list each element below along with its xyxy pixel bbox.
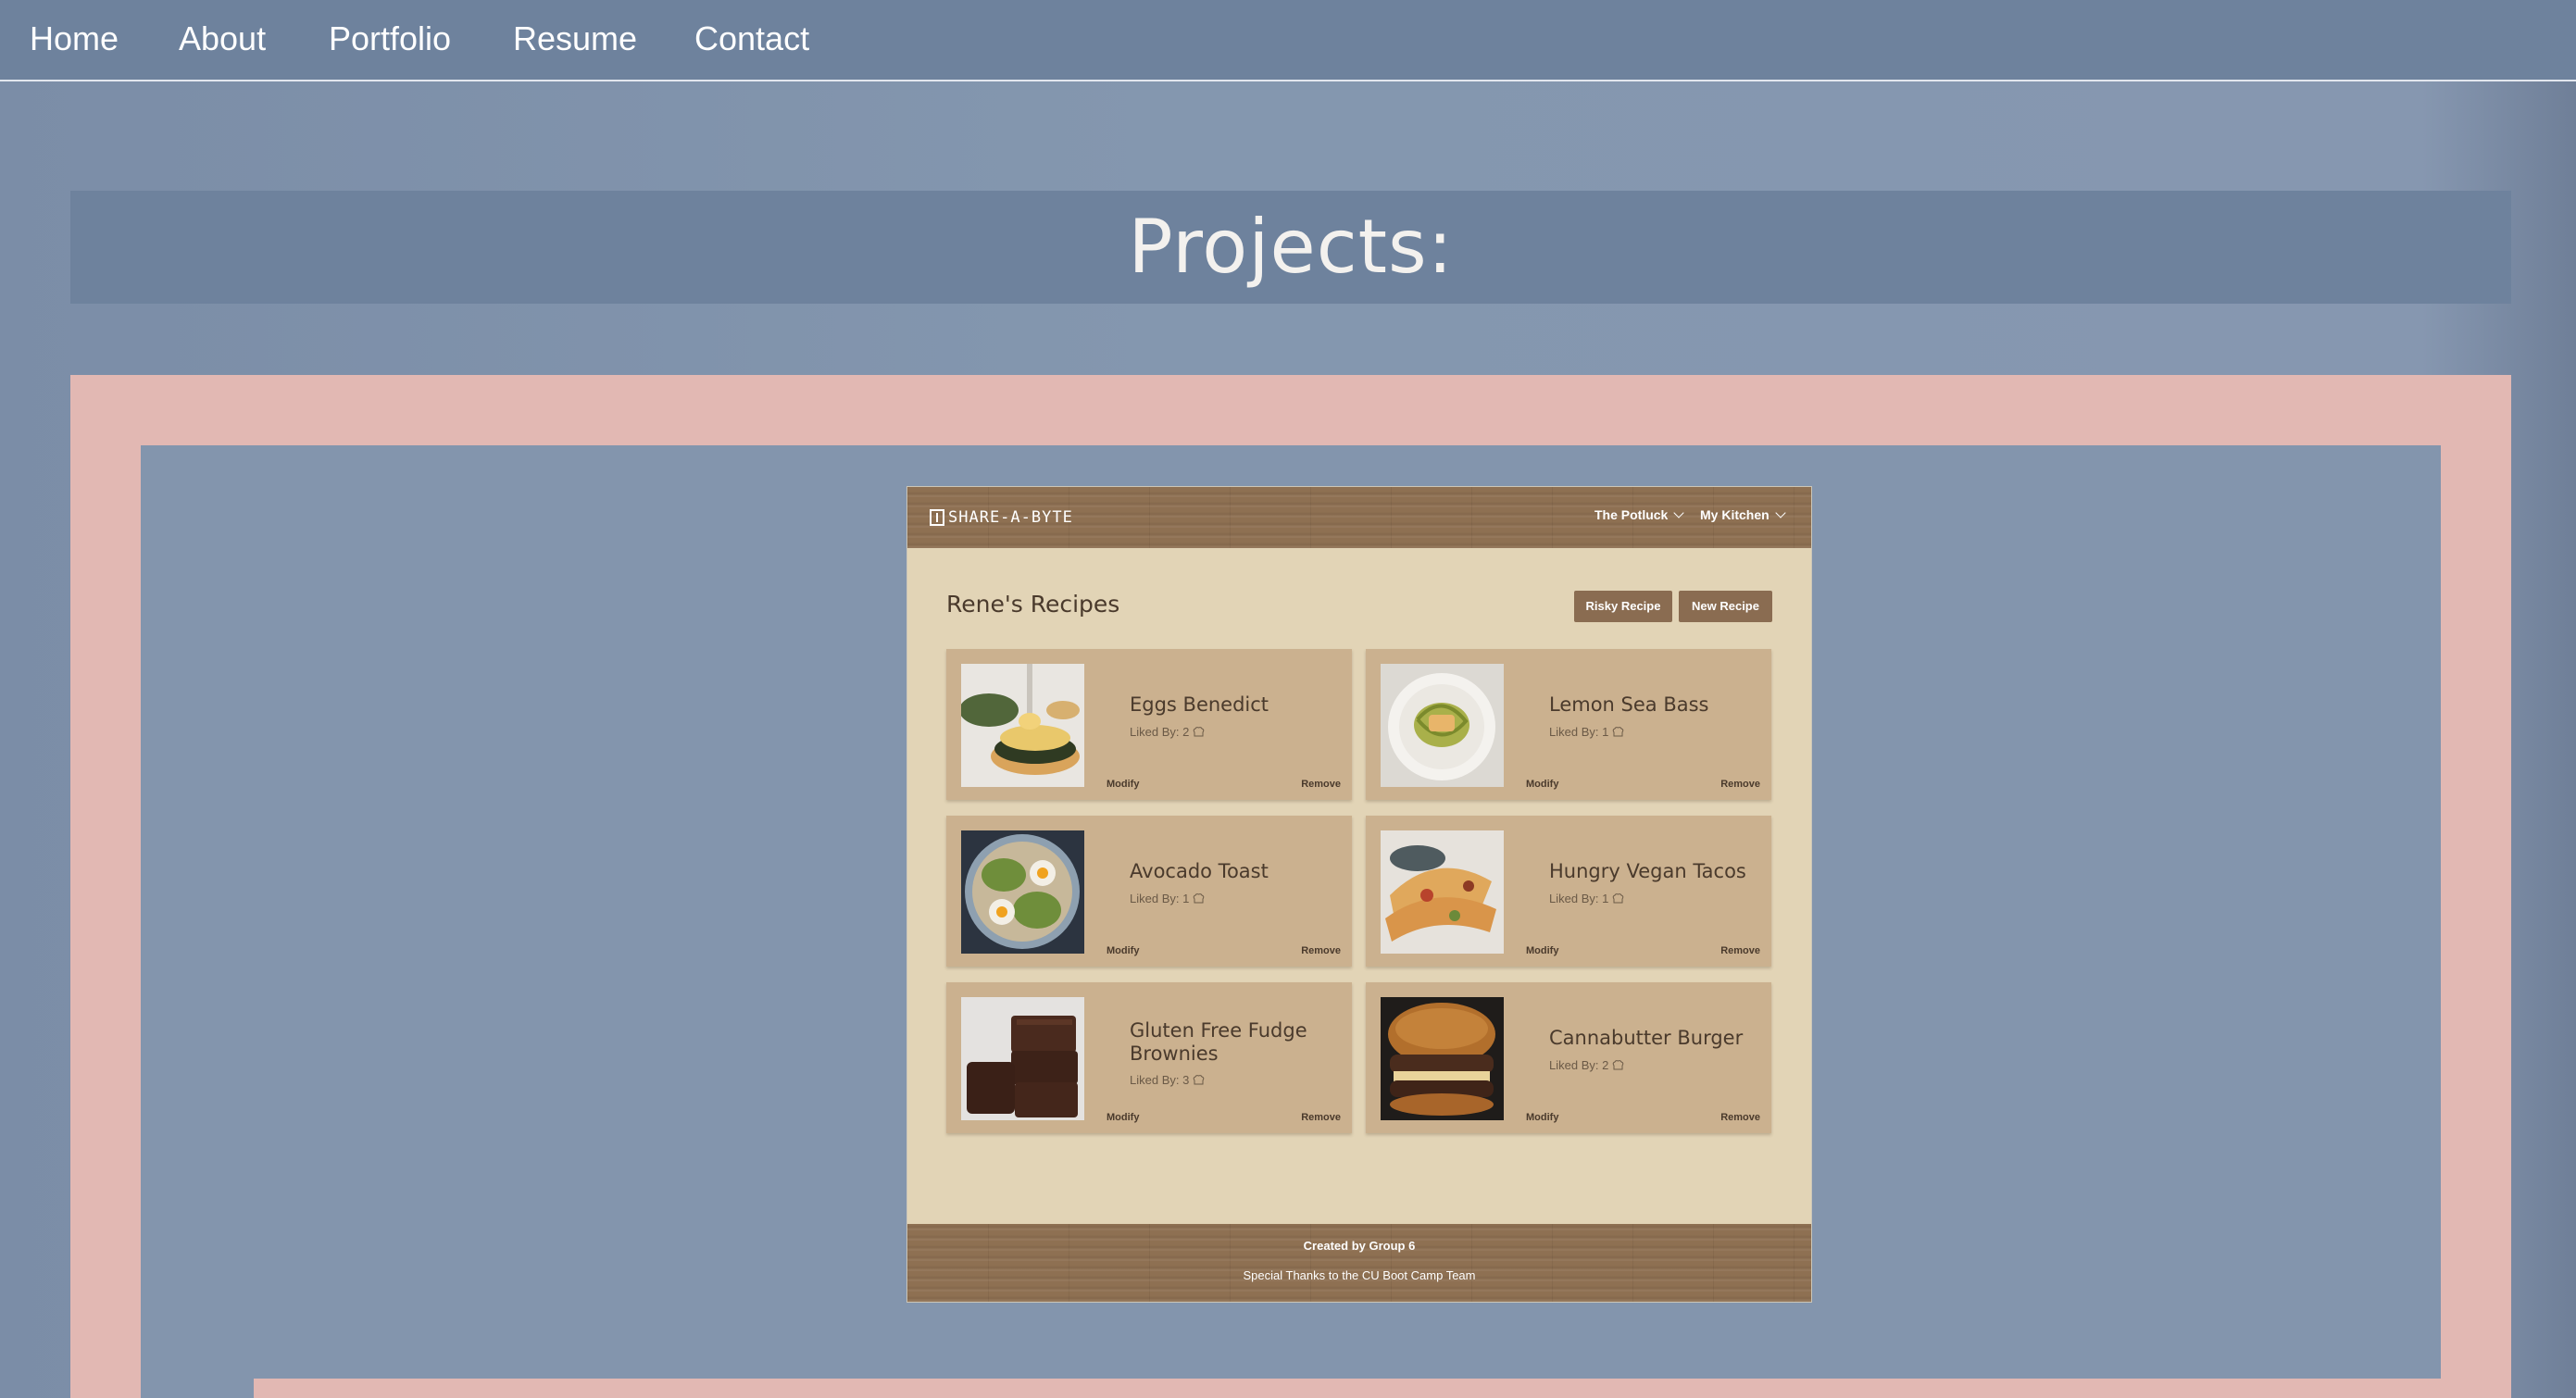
chef-hat-icon <box>1613 893 1624 904</box>
footer-thanks: Special Thanks to the CU Boot Camp Team <box>1243 1268 1476 1282</box>
recipe-likes: Liked By: 2 <box>1549 1058 1624 1072</box>
recipes-heading: Rene's Recipes <box>946 591 1120 618</box>
chef-hat-icon <box>1194 893 1205 904</box>
nav-contact-link[interactable]: Contact <box>694 17 809 61</box>
modify-link[interactable]: Modify <box>1107 779 1139 790</box>
project-card-frame: SHARE-A-BYTE The Potluck My Kitchen Rene… <box>70 375 2511 1398</box>
app-menu-label: The Potluck <box>1594 507 1669 522</box>
chef-hat-icon <box>1194 1075 1205 1085</box>
nav-about-link[interactable]: About <box>179 17 266 61</box>
modify-link[interactable]: Modify <box>1526 779 1558 790</box>
project-screenshot[interactable]: SHARE-A-BYTE The Potluck My Kitchen Rene… <box>907 487 1811 1302</box>
remove-link[interactable]: Remove <box>1720 1112 1760 1123</box>
recipe-photo <box>1381 997 1504 1120</box>
recipe-photo <box>961 664 1084 787</box>
modify-link[interactable]: Modify <box>1526 945 1558 956</box>
recipe-name: Eggs Benedict <box>1130 693 1269 716</box>
recipe-likes: Liked By: 2 <box>1130 725 1205 739</box>
top-navigation: Home About Portfolio Resume Contact <box>0 0 2576 81</box>
next-project-frame <box>254 1379 2469 1398</box>
app-menu-label: My Kitchen <box>1700 507 1769 522</box>
recipe-card: Eggs Benedict Liked By: 2 Modify Remove <box>946 649 1352 800</box>
nav-resume-link[interactable]: Resume <box>513 17 637 61</box>
new-recipe-button[interactable]: New Recipe <box>1679 591 1772 622</box>
recipe-name: Lemon Sea Bass <box>1549 693 1709 716</box>
remove-link[interactable]: Remove <box>1720 945 1760 956</box>
chevron-down-icon <box>1775 507 1786 518</box>
chef-hat-icon <box>1194 727 1205 737</box>
logo-icon <box>930 509 944 526</box>
remove-link[interactable]: Remove <box>1301 945 1341 956</box>
recipe-name: Hungry Vegan Tacos <box>1549 860 1746 882</box>
recipe-likes: Liked By: 3 <box>1130 1073 1205 1087</box>
recipe-card: Hungry Vegan Tacos Liked By: 1 Modify Re… <box>1366 816 1771 967</box>
recipe-likes: Liked By: 1 <box>1130 892 1205 905</box>
remove-link[interactable]: Remove <box>1720 779 1760 790</box>
chef-hat-icon <box>1613 727 1624 737</box>
recipe-likes: Liked By: 1 <box>1549 892 1624 905</box>
app-menu-potluck[interactable]: The Potluck <box>1594 507 1685 522</box>
recipe-name: Gluten Free Fudge Brownies <box>1130 1019 1307 1065</box>
app-menu-my-kitchen[interactable]: My Kitchen <box>1700 507 1786 522</box>
remove-link[interactable]: Remove <box>1301 779 1341 790</box>
risky-recipe-button[interactable]: Risky Recipe <box>1574 591 1672 622</box>
app-logo: SHARE-A-BYTE <box>930 507 1073 528</box>
recipe-name: Avocado Toast <box>1130 860 1269 882</box>
app-logo-text: SHARE-A-BYTE <box>948 508 1073 527</box>
modify-link[interactable]: Modify <box>1107 945 1139 956</box>
nav-home-link[interactable]: Home <box>30 17 119 61</box>
recipe-name: Cannabutter Burger <box>1549 1027 1744 1049</box>
recipe-likes: Liked By: 1 <box>1549 725 1624 739</box>
page-title-band: Projects: <box>70 191 2511 304</box>
remove-link[interactable]: Remove <box>1301 1112 1341 1123</box>
chef-hat-icon <box>1613 1060 1624 1070</box>
recipe-photo <box>961 997 1084 1120</box>
footer-credit: Created by Group 6 <box>1303 1239 1416 1253</box>
page-title: Projects: <box>1128 204 1454 290</box>
chevron-down-icon <box>1673 507 1685 518</box>
recipe-card: Gluten Free Fudge Brownies Liked By: 3 M… <box>946 982 1352 1133</box>
recipe-photo <box>1381 830 1504 954</box>
modify-link[interactable]: Modify <box>1526 1112 1558 1123</box>
recipe-card: Cannabutter Burger Liked By: 2 Modify Re… <box>1366 982 1771 1133</box>
app-header: SHARE-A-BYTE The Potluck My Kitchen <box>907 487 1811 548</box>
nav-portfolio-link[interactable]: Portfolio <box>329 17 451 61</box>
project-card: SHARE-A-BYTE The Potluck My Kitchen Rene… <box>141 445 2469 1398</box>
recipe-photo <box>961 830 1084 954</box>
recipe-card: Lemon Sea Bass Liked By: 1 Modify Remove <box>1366 649 1771 800</box>
recipe-card: Avocado Toast Liked By: 1 Modify Remove <box>946 816 1352 967</box>
app-footer: Created by Group 6 Special Thanks to the… <box>907 1224 1811 1302</box>
modify-link[interactable]: Modify <box>1107 1112 1139 1123</box>
recipe-photo <box>1381 664 1504 787</box>
